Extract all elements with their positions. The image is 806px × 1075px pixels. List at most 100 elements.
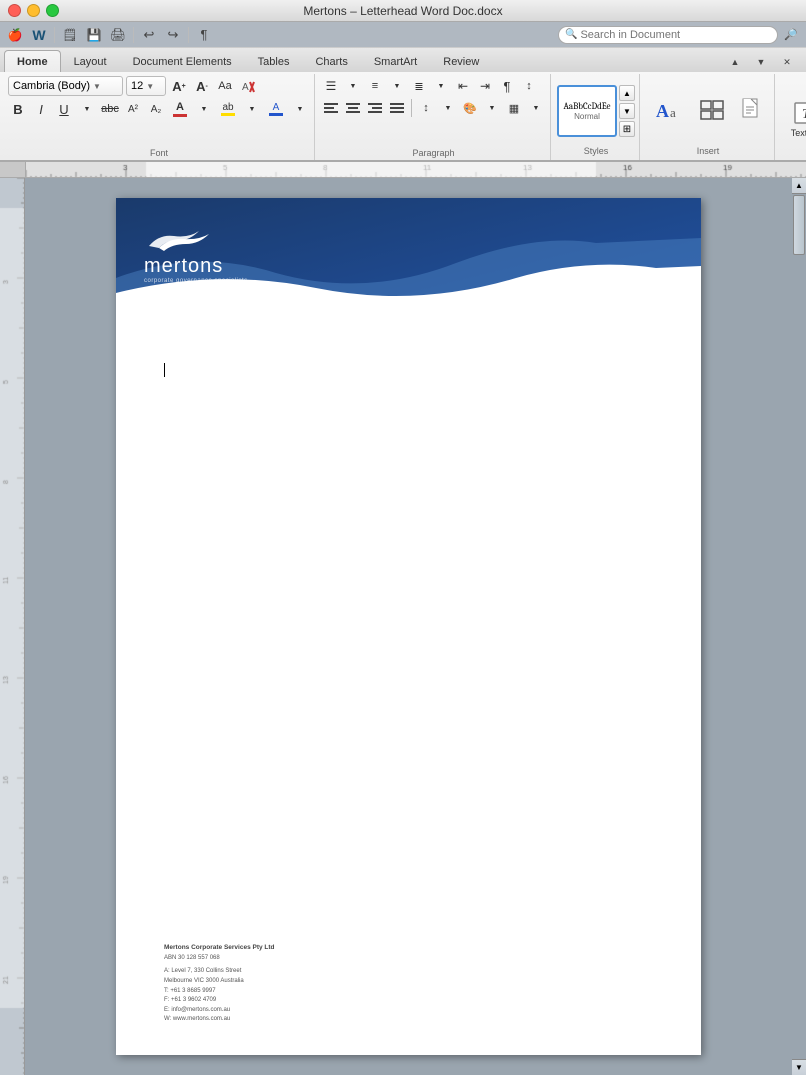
shading-btn[interactable]: 🎨 [460, 98, 480, 118]
bold-btn[interactable]: B [8, 99, 28, 119]
align-center-icon [346, 102, 360, 114]
show-formatting-btn[interactable]: ¶ [497, 76, 517, 96]
scroll-up-btn[interactable]: ▲ [792, 178, 806, 194]
title-bar: Mertons – Letterhead Word Doc.docx [0, 0, 806, 22]
ribbon-up-btn[interactable]: ▲ [724, 52, 746, 72]
text-box-icon: T [792, 96, 806, 128]
subscript-btn[interactable]: A₂ [146, 99, 166, 119]
font-color-btn[interactable]: A [169, 98, 191, 120]
styles-down-btn[interactable]: ▼ [619, 103, 635, 119]
clear-format-btn[interactable]: A [238, 76, 258, 96]
svg-text:T: T [802, 107, 806, 122]
company-tagline: corporate governance specialists [144, 278, 248, 284]
apple-menu-btn[interactable]: 🍎 [4, 25, 26, 45]
insert-group: A a [642, 74, 775, 160]
tab-home[interactable]: Home [4, 50, 61, 72]
styles-expand-btn[interactable]: ⊞ [619, 121, 635, 137]
font-size-label: 12 [131, 80, 143, 92]
document-canvas[interactable]: mertons corporate governance specialists… [25, 178, 792, 1075]
tab-review[interactable]: Review [430, 50, 492, 72]
style-preview-text: AaBbCcDdEe [563, 102, 610, 112]
tab-smartart[interactable]: SmartArt [361, 50, 430, 72]
word-icon-btn[interactable]: W [28, 25, 50, 45]
paragraph-sort-btn[interactable]: ↕ [519, 76, 539, 96]
font-family-selector[interactable]: Cambria (Body) ▼ [8, 76, 123, 96]
numbering-arrow[interactable]: ▼ [387, 76, 407, 96]
paragraph-group-label: Paragraph [321, 148, 546, 158]
maximize-button[interactable] [46, 4, 59, 17]
ribbon-tab-bar: Home Layout Document Elements Tables Cha… [0, 48, 806, 72]
undo-btn[interactable]: ↩ [138, 25, 160, 45]
scroll-track [792, 194, 806, 1059]
body-text[interactable] [164, 363, 653, 377]
insert-doc-btn[interactable] [736, 83, 768, 139]
redo-btn[interactable]: ↪ [162, 25, 184, 45]
tab-tables[interactable]: Tables [245, 50, 303, 72]
font-style-btn[interactable]: A [265, 98, 287, 120]
font-color-arrow[interactable]: ▼ [194, 99, 214, 119]
save-btn[interactable]: 💾 [83, 25, 105, 45]
shading-arrow[interactable]: ▼ [482, 98, 502, 118]
highlight-arrow[interactable]: ▼ [242, 99, 262, 119]
search-icon: 🔍 [565, 29, 577, 40]
insert-doc-icon [741, 97, 763, 125]
format-grid-btn[interactable] [692, 83, 732, 139]
justify-icon [390, 102, 404, 114]
bullets-arrow[interactable]: ▼ [343, 76, 363, 96]
new-doc-btn[interactable]: 🗒 [59, 25, 81, 45]
paragraph-row-2: ↕ ▼ 🎨 ▼ ▦ ▼ [321, 98, 546, 118]
borders-btn[interactable]: ▦ [504, 98, 524, 118]
change-case-btn[interactable]: Aa [215, 76, 235, 96]
tab-charts[interactable]: Charts [302, 50, 360, 72]
list-level-arrow[interactable]: ▼ [431, 76, 451, 96]
style-preview[interactable]: AaBbCcDdEe Normal [557, 85, 617, 137]
ruler-corner [0, 162, 26, 178]
search-input[interactable] [580, 29, 750, 41]
justify-btn[interactable] [387, 98, 407, 118]
font-size-up-btn[interactable]: A+ [169, 76, 189, 96]
underline-btn[interactable]: U [54, 99, 74, 119]
bullets-btn[interactable]: ☰ [321, 76, 341, 96]
ribbon-close-btn[interactable]: ✕ [776, 52, 798, 72]
print-btn[interactable]: 🖨 [107, 25, 129, 45]
minimize-button[interactable] [27, 4, 40, 17]
highlight-btn[interactable]: ab [217, 98, 239, 120]
line-spacing-arrow[interactable]: ▼ [438, 98, 458, 118]
font-style-arrow[interactable]: ▼ [290, 99, 310, 119]
align-right-btn[interactable] [365, 98, 385, 118]
text-box-label: Text Box [791, 128, 806, 138]
align-left-btn[interactable] [321, 98, 341, 118]
search-box[interactable]: 🔍 [558, 26, 778, 44]
text-box-btn[interactable]: T Text Box [783, 89, 806, 145]
borders-arrow[interactable]: ▼ [526, 98, 546, 118]
align-center-btn[interactable] [343, 98, 363, 118]
strikethrough-btn[interactable]: abc [100, 99, 120, 119]
scroll-down-btn[interactable]: ▼ [792, 1059, 806, 1075]
increase-indent-btn[interactable]: ⇥ [475, 76, 495, 96]
document-page[interactable]: mertons corporate governance specialists… [116, 198, 701, 1055]
zoom-out-btn[interactable]: 🔎 [780, 25, 802, 45]
italic-btn[interactable]: I [31, 99, 51, 119]
close-button[interactable] [8, 4, 21, 17]
scrollbar[interactable]: ▲ ▼ [792, 178, 806, 1075]
superscript-btn[interactable]: A² [123, 99, 143, 119]
svg-text:A: A [242, 82, 249, 93]
paragraph-marks-btn[interactable]: ¶ [193, 25, 215, 45]
text-style-btn[interactable]: A a [648, 83, 688, 139]
underline-arrow[interactable]: ▼ [77, 99, 97, 119]
sep2 [133, 27, 134, 43]
document-area[interactable]: mertons corporate governance specialists… [0, 178, 806, 1075]
font-size-down-btn[interactable]: A- [192, 76, 212, 96]
list-level-btn[interactable]: ≣ [409, 76, 429, 96]
tab-document-elements[interactable]: Document Elements [120, 50, 245, 72]
text-box-group: T Text Box [777, 74, 806, 160]
scroll-thumb[interactable] [793, 195, 805, 255]
numbering-btn[interactable]: ≡ [365, 76, 385, 96]
tab-layout[interactable]: Layout [61, 50, 120, 72]
line-spacing-btn[interactable]: ↕ [416, 98, 436, 118]
styles-up-btn[interactable]: ▲ [619, 85, 635, 101]
font-size-selector[interactable]: 12 ▼ [126, 76, 166, 96]
decrease-indent-btn[interactable]: ⇤ [453, 76, 473, 96]
ribbon-down-btn[interactable]: ▼ [750, 52, 772, 72]
styles-arrows: ▲ ▼ ⊞ [619, 85, 635, 137]
